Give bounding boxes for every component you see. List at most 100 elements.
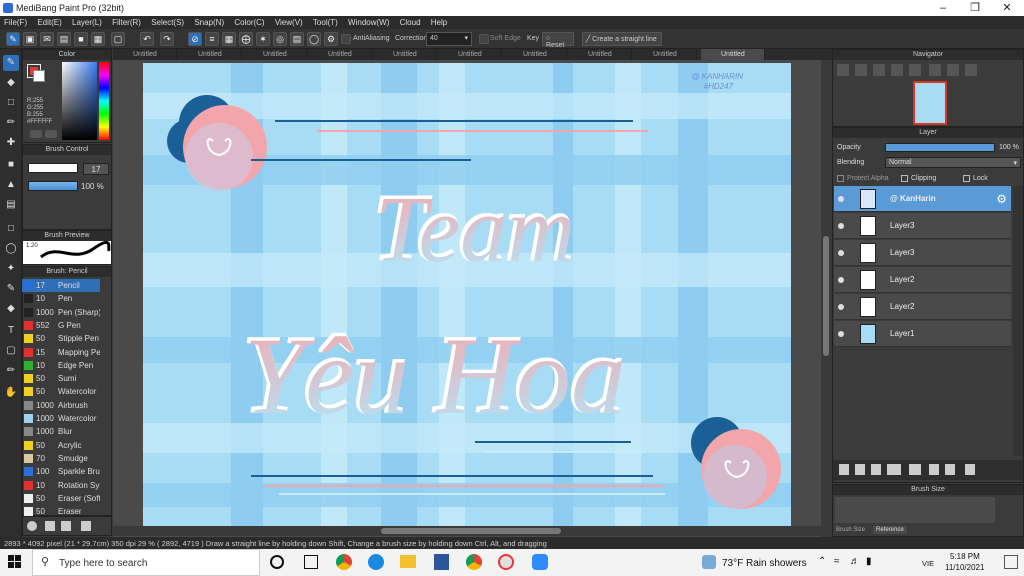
brush-list-item[interactable]: 50 Acrylic [22, 439, 100, 452]
zoom-out-icon[interactable] [855, 64, 867, 76]
tab-untitled[interactable]: Untitled [308, 49, 372, 60]
delete-layer-icon[interactable] [965, 464, 975, 475]
menu-view[interactable]: View(V) [271, 16, 307, 27]
hue-slider[interactable] [99, 62, 109, 140]
flip-icon[interactable] [929, 64, 941, 76]
tab-untitled[interactable]: Untitled [503, 49, 567, 60]
brush-size-presets[interactable] [835, 497, 995, 523]
snap-parallel-icon[interactable]: ≡ [205, 32, 219, 46]
antialiasing-checkbox[interactable] [341, 34, 351, 44]
correction-select[interactable]: 40 ▾ [426, 32, 472, 46]
maximize-button[interactable]: ❐ [960, 1, 990, 15]
volume-icon[interactable]: ♬ [850, 556, 860, 567]
brush-size-value[interactable]: 17 [83, 163, 109, 175]
color-sv-picker[interactable] [62, 62, 97, 140]
brush-size-slider[interactable] [28, 163, 78, 173]
brush-list-item[interactable]: 552 G Pen [22, 319, 100, 332]
straight-line-button[interactable]: ╱ Create a straight line [582, 32, 662, 46]
wifi-icon[interactable]: ≈ [834, 556, 840, 567]
snap-radial-icon[interactable]: ✶ [256, 32, 270, 46]
brush-list-item[interactable]: 17 Pencil [22, 279, 100, 292]
windows-start-icon[interactable] [8, 555, 22, 569]
brush-list-item[interactable]: 50 Stipple Pen [22, 332, 100, 345]
chrome-profile-icon[interactable] [466, 554, 482, 570]
fill-rect-tool-icon[interactable]: ■ [3, 157, 19, 173]
new-layer-icon[interactable] [839, 464, 849, 475]
brush-tool-icon[interactable]: ✎ [6, 32, 20, 46]
visibility-icon[interactable] [838, 196, 844, 202]
menu-filter[interactable]: Filter(R) [108, 16, 145, 27]
fit-icon[interactable] [873, 64, 885, 76]
brush-list-item[interactable]: 10 Rotation Symmetry [22, 479, 100, 492]
vertical-scroll-thumb[interactable] [823, 236, 829, 356]
layer-row[interactable]: @ KanHarin ⚙ [834, 186, 1011, 212]
brush-list-item[interactable]: 15 Mapping Pen [22, 346, 100, 359]
visibility-icon[interactable] [838, 331, 844, 337]
brush-list-item[interactable]: 10 Edge Pen [22, 359, 100, 372]
new-8bit-layer-icon[interactable] [871, 464, 881, 475]
blur-tool-icon[interactable]: ✏ [3, 115, 19, 131]
eraser-tool-icon[interactable]: ◆ [3, 75, 19, 91]
zoom-in-icon[interactable] [837, 64, 849, 76]
layer-row[interactable]: Layer2 [834, 294, 1011, 320]
navigator-thumbnail[interactable] [913, 81, 947, 125]
brush-list-item[interactable]: 1000 Airbrush [22, 399, 100, 412]
comment-icon[interactable]: ✉ [40, 32, 54, 46]
expand-icon[interactable]: ▢ [111, 32, 125, 46]
file-explorer-icon[interactable] [400, 555, 416, 568]
magic-wand-icon[interactable]: ✦ [3, 261, 19, 277]
minimize-button[interactable]: – [928, 1, 958, 15]
zoom-icon[interactable] [532, 554, 548, 570]
protect-alpha-checkbox[interactable] [837, 175, 844, 182]
taskbar-date[interactable]: 11/10/2021 [945, 563, 984, 572]
menu-help[interactable]: Help [427, 16, 451, 27]
reference-tab[interactable]: Reference [873, 526, 907, 534]
language-indicator[interactable]: VIE [922, 559, 934, 568]
rotate-reset-icon[interactable] [947, 64, 959, 76]
menu-window[interactable]: Window(W) [344, 16, 393, 27]
vertical-scrollbar[interactable] [821, 60, 831, 537]
taskbar-search[interactable]: ⚲ Type here to search [32, 549, 260, 576]
layer-row[interactable]: Layer1 [834, 321, 1011, 347]
move-tool-icon[interactable]: ✚ [3, 135, 19, 151]
chevron-up-icon[interactable]: ⌃ [818, 556, 826, 567]
tab-untitled[interactable]: Untitled [438, 49, 502, 60]
blending-select[interactable]: Normal ▾ [885, 157, 1021, 168]
redo-icon[interactable]: ↷ [160, 32, 174, 46]
canvas-area[interactable]: @ KANHARIN #HD247 Team Team Yêu Hoa Yêu … [113, 60, 821, 537]
select-tool-icon[interactable]: □ [3, 221, 19, 237]
taskbar-time[interactable]: 5:18 PM [950, 552, 980, 561]
brush-list-item[interactable]: 50 Watercolor [22, 385, 100, 398]
save-icon[interactable]: ▣ [23, 32, 37, 46]
document-icon[interactable]: ▤ [57, 32, 71, 46]
weather-icon[interactable] [702, 555, 716, 569]
tab-untitled[interactable]: Untitled [178, 49, 242, 60]
brush-delete-icon[interactable] [81, 521, 91, 531]
layer-scrollbar[interactable] [1013, 186, 1023, 456]
menu-edit[interactable]: Edit(E) [33, 16, 65, 27]
brush-list-item[interactable]: 100 Sparkle Brush [22, 465, 100, 478]
bucket-tool-icon[interactable]: ▲ [3, 177, 19, 193]
close-button[interactable]: ✕ [992, 1, 1022, 15]
snap-cross-icon[interactable]: ⨁ [239, 32, 253, 46]
duplicate-layer-icon[interactable] [929, 464, 939, 475]
lasso-tool-icon[interactable]: ◯ [3, 241, 19, 257]
tab-untitled-active[interactable]: Untitled [701, 49, 765, 60]
snap-grid-icon[interactable]: ▦ [222, 32, 236, 46]
visibility-icon[interactable] [838, 304, 844, 310]
layer-row[interactable]: Layer3 [834, 213, 1011, 239]
actual-size-icon[interactable] [891, 64, 903, 76]
navigator-reset-icon[interactable] [965, 64, 977, 76]
brush-size-tab[interactable]: Brush Size [836, 527, 865, 533]
notification-icon[interactable] [1004, 555, 1018, 569]
visibility-icon[interactable] [838, 250, 844, 256]
snap-curve-icon[interactable]: ▤ [290, 32, 304, 46]
brush-list-item[interactable]: 70 Smudge [22, 452, 100, 465]
menu-cloud[interactable]: Cloud [396, 16, 425, 27]
snap-ellipse-icon[interactable]: ◯ [307, 32, 321, 46]
edge-icon[interactable] [368, 554, 384, 570]
dot-tool-icon[interactable]: □ [3, 95, 19, 111]
menu-snap[interactable]: Snap(N) [190, 16, 228, 27]
brush-list-item[interactable]: 50 Eraser (Soft) [22, 492, 100, 505]
eyedropper-tool-icon[interactable]: ✏ [3, 363, 19, 379]
